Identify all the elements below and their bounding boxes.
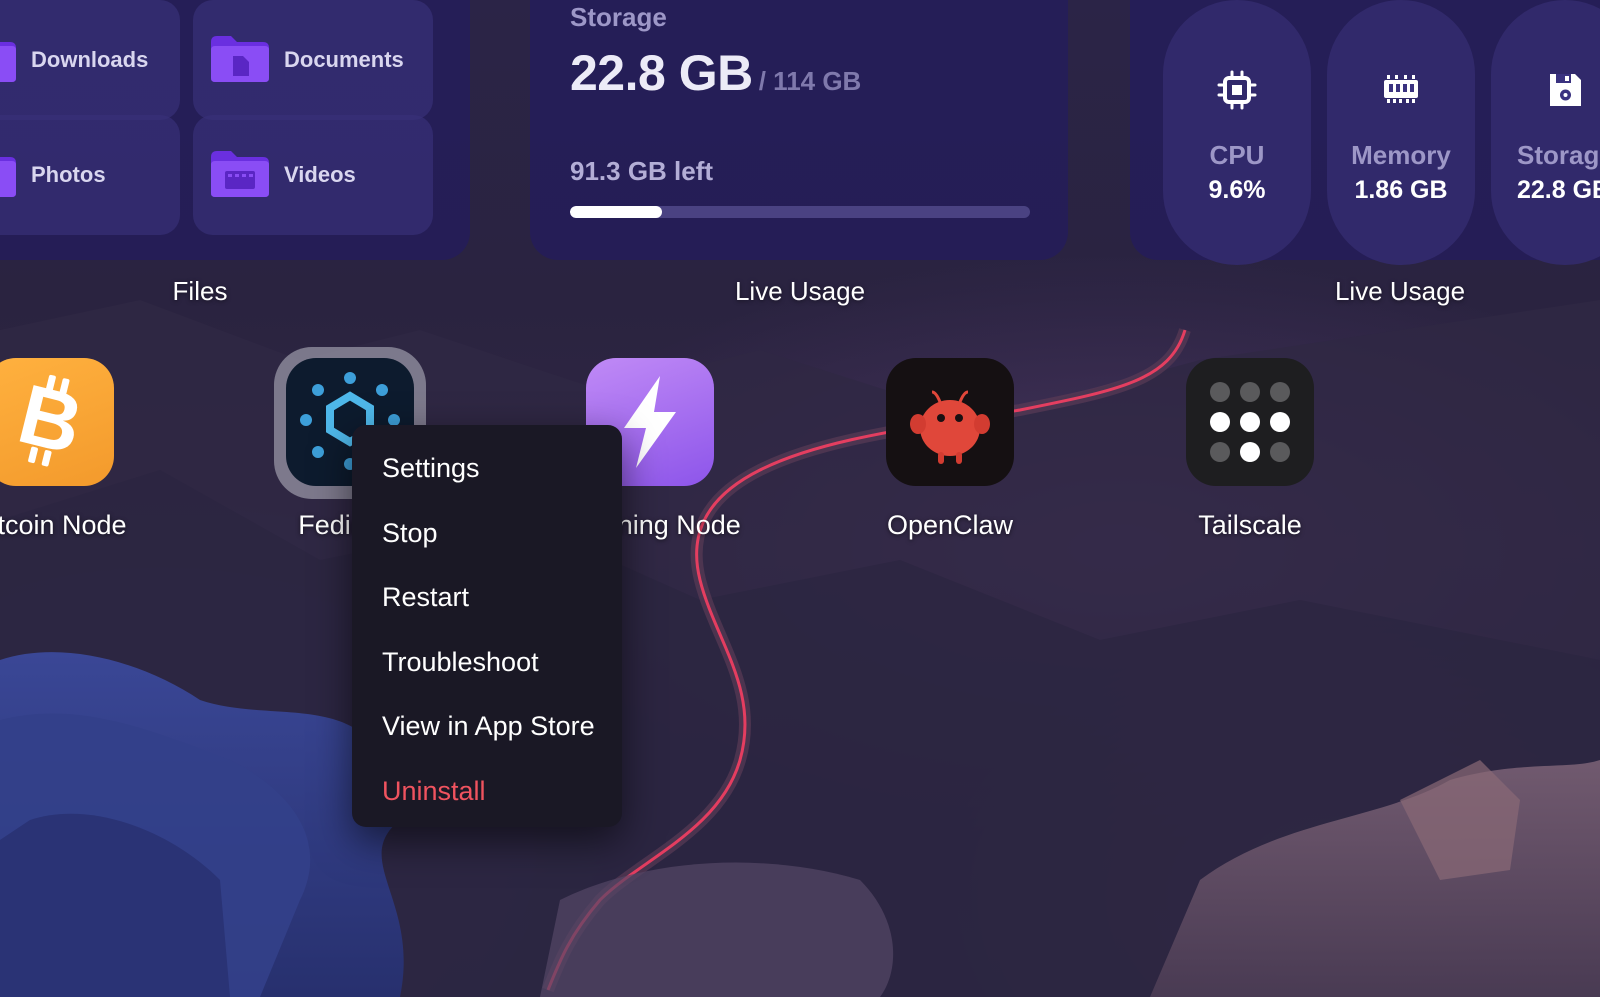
folder-label: Videos: [284, 162, 356, 187]
tailscale-icon: [1186, 358, 1314, 486]
usage-storage: Storage 22.8 GB: [1491, 0, 1600, 265]
floppy-disk-icon: [1550, 74, 1581, 106]
usage-value: 9.6%: [1208, 176, 1266, 204]
cpu-icon: [1217, 70, 1257, 110]
storage-widget-caption: Live Usage: [734, 276, 866, 306]
folder-label: Photos: [31, 162, 106, 187]
storage-used-value: 22.8 GB/ 114 GB: [570, 44, 861, 102]
usage-label: Storage: [1517, 140, 1600, 170]
openclaw-icon: [886, 358, 1014, 486]
documents-folder-icon: [211, 36, 269, 82]
usage-cpu: CPU 9.6%: [1163, 0, 1311, 265]
menu-item-view-in-app-store[interactable]: View in App Store: [352, 697, 622, 762]
menu-item-uninstall[interactable]: Uninstall: [352, 762, 622, 827]
bitcoin-icon: B: [0, 358, 114, 486]
folder-photos[interactable]: Photos: [0, 115, 180, 235]
folder-label: Documents: [284, 47, 404, 72]
app-label: Bitcoin Node: [0, 510, 127, 540]
usage-label: CPU: [1209, 140, 1265, 170]
storage-used-number: 22.8 GB: [570, 45, 753, 101]
videos-folder-icon: [211, 151, 269, 197]
downloads-folder-icon: [0, 42, 16, 82]
storage-widget[interactable]: Storage 22.8 GB/ 114 GB 91.3 GB left: [530, 0, 1068, 260]
storage-title: Storage: [570, 2, 667, 32]
folder-downloads[interactable]: Downloads: [0, 0, 180, 120]
app-label: OpenClaw: [886, 510, 1014, 540]
usage-value: 22.8 GB: [1517, 176, 1600, 204]
app-label: Tailscale: [1198, 510, 1302, 540]
storage-remaining: 91.3 GB left: [570, 156, 714, 186]
storage-total: / 114 GB: [758, 66, 862, 96]
files-widget-caption: Files: [172, 276, 228, 306]
folder-documents[interactable]: Documents: [193, 0, 433, 120]
photos-folder-icon: [0, 157, 16, 197]
usage-value: 1.86 GB: [1354, 176, 1448, 204]
storage-progress-fill: [570, 206, 662, 218]
usage-memory: Memory 1.86 GB: [1327, 0, 1475, 265]
app-context-menu: Settings Stop Restart Troubleshoot View …: [352, 425, 622, 827]
menu-item-stop[interactable]: Stop: [352, 504, 622, 569]
menu-item-settings[interactable]: Settings: [352, 439, 622, 504]
folder-label: Downloads: [31, 47, 149, 72]
folder-videos[interactable]: Videos: [193, 115, 433, 235]
memory-icon: [1384, 75, 1418, 103]
files-widget: Downloads Documents Photos Videos: [0, 0, 470, 260]
storage-progress-bar: [570, 206, 1030, 218]
live-usage-widget[interactable]: CPU 9.6% Memory 1.86 GB Storage 22.8 GB: [1130, 0, 1600, 265]
usage-label: Memory: [1351, 140, 1451, 170]
menu-item-restart[interactable]: Restart: [352, 568, 622, 633]
menu-item-troubleshoot[interactable]: Troubleshoot: [352, 633, 622, 698]
live-usage-widget-caption: Live Usage: [1334, 276, 1466, 306]
